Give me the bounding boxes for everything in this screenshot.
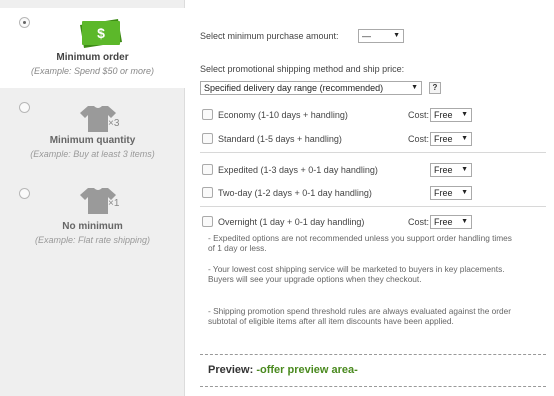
quantity-multiplier: ×1 — [108, 198, 120, 209]
option-title: Minimum quantity — [49, 135, 136, 146]
standard-cost-select[interactable]: Free ▼ — [430, 132, 472, 146]
section-divider — [200, 206, 546, 207]
section-divider — [200, 152, 546, 153]
promotion-settings-panel: Select minimum purchase amount: — ▼ Selec… — [186, 0, 554, 396]
shipping-note: - Shipping promotion spend threshold rul… — [208, 306, 512, 326]
economy-cost-select[interactable]: Free ▼ — [430, 108, 472, 122]
min-purchase-label: Select minimum purchase amount: — [200, 31, 339, 41]
two-day-cost-select[interactable]: Free ▼ — [430, 186, 472, 200]
dropdown-arrow-icon: ▼ — [461, 189, 468, 196]
svg-text:$: $ — [97, 25, 105, 41]
shipping-method-select[interactable]: Specified delivery day range (recommende… — [200, 81, 422, 95]
two-day-checkbox[interactable] — [202, 187, 213, 198]
shipping-note: - Your lowest cost shipping service will… — [208, 264, 505, 284]
radio-no-minimum[interactable] — [19, 188, 30, 199]
option-example: (Example: Flat rate shipping) — [34, 235, 151, 245]
expedited-cost-select[interactable]: Free ▼ — [430, 163, 472, 177]
preview-top-border — [200, 354, 546, 355]
standard-checkbox[interactable] — [202, 133, 213, 144]
preview-value: -offer preview area- — [256, 364, 358, 376]
dropdown-arrow-icon: ▼ — [393, 32, 400, 39]
expedited-label: Expedited (1-3 days + 0-1 day handling) — [218, 165, 378, 175]
option-no-minimum[interactable]: ×1 No minimum (Example: Flat rate shippi… — [0, 180, 185, 260]
option-minimum-order[interactable]: $ Minimum order (Example: Spend $50 or m… — [0, 8, 185, 88]
shipping-note: - Expedited options are not recommended … — [208, 233, 512, 253]
option-title: Minimum order — [56, 52, 129, 63]
economy-checkbox[interactable] — [202, 109, 213, 120]
expedited-checkbox[interactable] — [202, 164, 213, 175]
quantity-multiplier: ×3 — [108, 118, 120, 129]
cost-label: Cost: — [408, 217, 430, 227]
cost-label: Cost: — [408, 110, 430, 120]
preview-label: Preview: — [208, 364, 254, 376]
option-example: (Example: Buy at least 3 items) — [30, 149, 155, 159]
overnight-cost-select[interactable]: Free ▼ — [430, 215, 472, 229]
economy-label: Economy (1-10 days + handling) — [218, 110, 348, 120]
dropdown-arrow-icon: ▼ — [461, 135, 468, 142]
radio-minimum-order[interactable] — [19, 17, 30, 28]
option-minimum-quantity[interactable]: ×3 Minimum quantity (Example: Buy at lea… — [0, 94, 185, 174]
option-example: (Example: Spend $50 or more) — [30, 66, 155, 76]
dropdown-arrow-icon: ▼ — [461, 111, 468, 118]
money-icon: $ — [80, 19, 122, 48]
dropdown-arrow-icon: ▼ — [411, 84, 418, 91]
dropdown-arrow-icon: ▼ — [461, 166, 468, 173]
two-day-label: Two-day (1-2 days + 0-1 day handling) — [218, 188, 372, 198]
preview-bottom-border — [200, 386, 546, 387]
promotion-type-sidebar: $ Minimum order (Example: Spend $50 or m… — [0, 0, 185, 396]
radio-minimum-quantity[interactable] — [19, 102, 30, 113]
overnight-label: Overnight (1 day + 0-1 day handling) — [218, 217, 365, 227]
option-title: No minimum — [62, 221, 123, 232]
min-purchase-select[interactable]: — ▼ — [358, 29, 404, 43]
overnight-checkbox[interactable] — [202, 216, 213, 227]
cost-label: Cost: — [408, 134, 430, 144]
help-icon[interactable]: ? — [429, 82, 441, 94]
dropdown-arrow-icon: ▼ — [461, 218, 468, 225]
shipping-method-label: Select promotional shipping method and s… — [200, 64, 405, 74]
offer-preview: Preview: -offer preview area- — [208, 364, 358, 376]
standard-label: Standard (1-5 days + handling) — [218, 134, 342, 144]
